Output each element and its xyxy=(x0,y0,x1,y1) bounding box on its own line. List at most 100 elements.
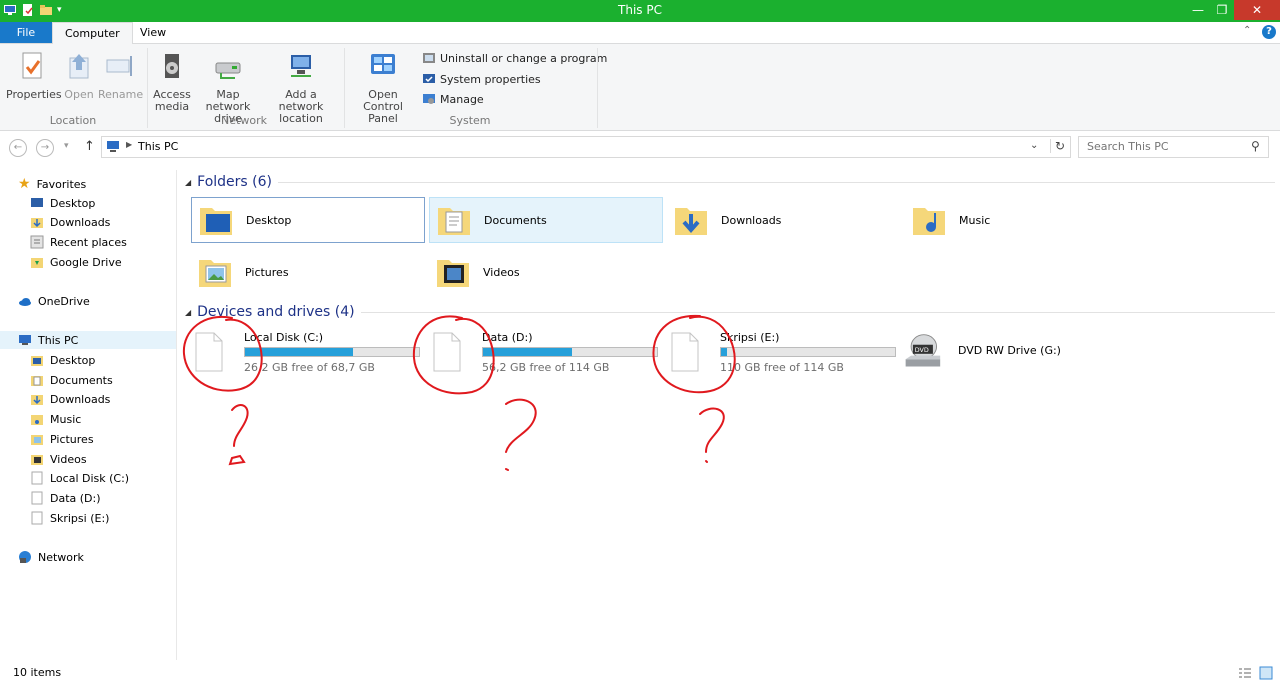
drive-usage-bar xyxy=(482,347,658,357)
nav-item-pc-music[interactable]: Music xyxy=(30,412,81,426)
group-network-label: Network xyxy=(221,114,267,127)
nav-item-onedrive[interactable]: OneDrive xyxy=(18,294,90,308)
nav-item-pc-videos[interactable]: Videos xyxy=(30,452,87,466)
nav-label: Desktop xyxy=(50,353,96,367)
details-view-icon[interactable] xyxy=(1238,666,1252,680)
uninstall-label: Uninstall or change a program xyxy=(440,51,608,65)
access-media-button[interactable]: Access media xyxy=(151,50,193,113)
uninstall-program-button[interactable]: Uninstall or change a program xyxy=(422,51,607,65)
drive-icon xyxy=(31,491,43,505)
open-icon xyxy=(69,54,89,79)
collapse-triangle-icon: ◢ xyxy=(185,177,192,187)
folder-label: Pictures xyxy=(245,265,289,279)
nav-item-pc-pictures[interactable]: Pictures xyxy=(30,432,94,446)
title-bar: ▾ This PC — ❐ ✕ xyxy=(0,0,1280,22)
star-icon: ★ xyxy=(18,176,31,192)
rename-button[interactable]: Rename xyxy=(98,50,143,101)
nav-item-google-drive[interactable]: Google Drive xyxy=(30,255,122,269)
forward-icon[interactable]: → xyxy=(36,139,54,157)
help-icon[interactable]: ? xyxy=(1262,25,1276,39)
nav-label: Google Drive xyxy=(50,255,122,269)
address-dropdown-icon[interactable]: ⌄ xyxy=(1030,140,1038,151)
properties-icon xyxy=(22,52,42,79)
control-panel-icon xyxy=(371,54,395,74)
nav-item-skripsi-e[interactable]: Skripsi (E:) xyxy=(30,511,109,525)
collapse-triangle-icon: ◢ xyxy=(185,307,192,317)
recent-locations-icon[interactable]: ▾ xyxy=(64,141,69,151)
ribbon-separator xyxy=(147,48,148,128)
address-box[interactable]: ▶ This PC ⌄ ↻ xyxy=(101,136,1071,158)
collapse-ribbon-icon[interactable]: ⌃ xyxy=(1243,25,1251,36)
this-pc-icon xyxy=(19,335,31,345)
folder-label: Videos xyxy=(483,265,520,279)
breadcrumb-separator-icon[interactable]: ▶ xyxy=(126,140,132,149)
nav-item-downloads[interactable]: Downloads xyxy=(30,215,110,229)
nav-item-pc-desktop[interactable]: Desktop xyxy=(30,353,95,367)
devices-group-header[interactable]: ◢ Devices and drives (4) xyxy=(185,304,1275,320)
drive-free-space: 26,2 GB free of 68,7 GB xyxy=(244,361,375,374)
downloads-folder-icon xyxy=(31,395,43,405)
nav-item-network[interactable]: Network xyxy=(18,550,84,564)
nav-item-pc-downloads[interactable]: Downloads xyxy=(30,392,110,406)
group-divider xyxy=(360,311,1275,313)
group-location-label: Location xyxy=(49,114,97,127)
search-box[interactable]: ⚲ xyxy=(1078,136,1269,158)
drive-tile-data-d[interactable]: Data (D:) 56,2 GB free of 114 GB xyxy=(420,328,658,376)
rename-icon xyxy=(106,56,132,76)
drive-icon xyxy=(433,332,461,372)
videos-folder-icon xyxy=(437,260,469,287)
breadcrumb[interactable]: This PC xyxy=(138,140,178,153)
open-button[interactable]: Open xyxy=(62,50,96,101)
drive-icon xyxy=(31,471,43,485)
google-drive-folder-icon xyxy=(31,258,43,268)
nav-label: Favorites xyxy=(36,177,87,191)
nav-item-this-pc[interactable]: This PC xyxy=(0,331,176,349)
search-input[interactable] xyxy=(1085,139,1249,154)
manage-button[interactable]: Manage xyxy=(422,92,484,106)
large-icons-view-icon[interactable] xyxy=(1259,666,1273,680)
properties-button[interactable]: Properties xyxy=(6,50,62,101)
back-icon[interactable]: ← xyxy=(9,139,27,157)
tab-computer[interactable]: Computer xyxy=(52,22,133,44)
folder-tile-downloads[interactable]: Downloads xyxy=(667,197,901,243)
folder-tile-videos[interactable]: Videos xyxy=(429,249,663,295)
tab-file[interactable]: File xyxy=(0,22,52,43)
nav-item-data-d[interactable]: Data (D:) xyxy=(30,491,101,505)
folder-tile-documents[interactable]: Documents xyxy=(429,197,663,243)
folders-header-label: Folders (6) xyxy=(197,174,272,190)
drive-tile-dvd-g[interactable]: DVD DVD RW Drive (G:) xyxy=(896,328,1130,376)
search-icon[interactable]: ⚲ xyxy=(1251,139,1260,153)
nav-item-pc-documents[interactable]: Documents xyxy=(30,373,113,387)
this-pc-icon xyxy=(107,141,119,152)
drive-tile-local-disk-c[interactable]: Local Disk (C:) 26,2 GB free of 68,7 GB xyxy=(182,328,420,376)
videos-folder-icon xyxy=(31,455,43,465)
open-control-panel-button[interactable]: Open Control Panel xyxy=(348,50,418,125)
nav-item-recent-places[interactable]: Recent places xyxy=(30,235,127,249)
system-properties-button[interactable]: System properties xyxy=(422,72,541,86)
close-icon[interactable]: ✕ xyxy=(1234,0,1280,20)
navigation-pane: ★ Favorites Desktop Downloads Recent pla… xyxy=(0,170,177,660)
svg-text:DVD: DVD xyxy=(915,347,929,354)
devices-header-label: Devices and drives (4) xyxy=(197,304,355,320)
folder-tile-pictures[interactable]: Pictures xyxy=(191,249,425,295)
nav-item-local-disk-c[interactable]: Local Disk (C:) xyxy=(30,471,129,485)
nav-item-favorites[interactable]: ★ Favorites xyxy=(18,176,86,192)
folder-tile-desktop[interactable]: Desktop xyxy=(191,197,425,243)
drive-name: DVD RW Drive (G:) xyxy=(958,344,1061,357)
refresh-icon[interactable]: ↻ xyxy=(1050,139,1065,153)
uninstall-icon xyxy=(423,53,435,63)
music-folder-icon xyxy=(913,208,945,235)
drive-tile-skripsi-e[interactable]: Skripsi (E:) 110 GB free of 114 GB xyxy=(658,328,896,376)
folder-tile-music[interactable]: Music xyxy=(905,197,1139,243)
nav-item-desktop[interactable]: Desktop xyxy=(30,196,95,210)
open-label: Open xyxy=(64,88,94,101)
recent-places-icon xyxy=(30,235,44,249)
downloads-folder-icon xyxy=(31,218,43,228)
tab-view[interactable]: View xyxy=(128,22,178,43)
restore-icon[interactable]: ❐ xyxy=(1208,0,1236,20)
ribbon-separator xyxy=(597,48,598,128)
drive-usage-fill xyxy=(483,348,572,356)
folder-icon xyxy=(31,356,43,366)
up-icon[interactable]: ↑ xyxy=(84,139,95,154)
folders-group-header[interactable]: ◢ Folders (6) xyxy=(185,174,1275,190)
